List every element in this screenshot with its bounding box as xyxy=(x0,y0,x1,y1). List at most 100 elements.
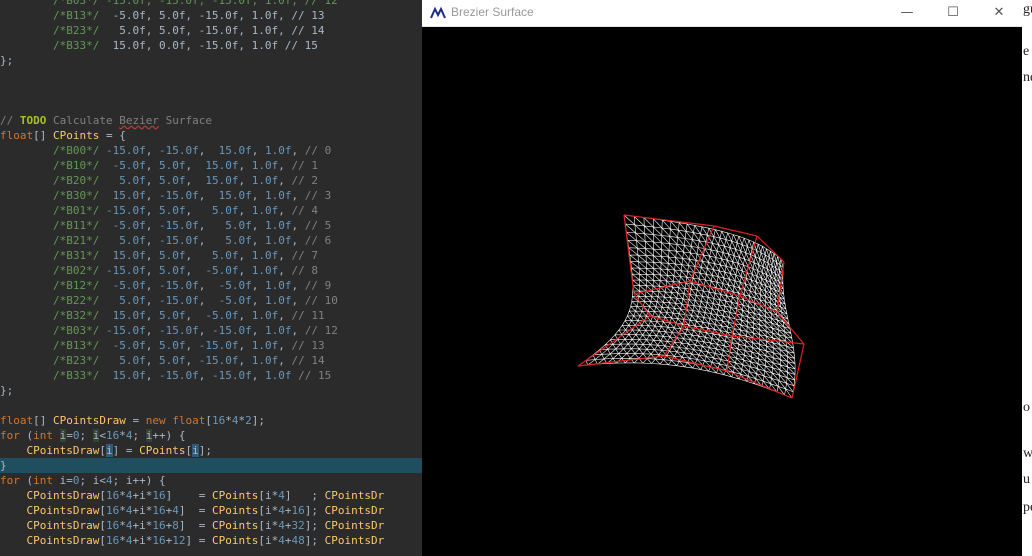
code-line[interactable]: /*B30*/ 15.0f, -15.0f, 15.0f, 1.0f, // 3 xyxy=(0,188,422,203)
render-window[interactable]: Brezier Surface — ☐ ✕ xyxy=(422,0,1022,556)
code-line[interactable]: }; xyxy=(0,383,422,398)
code-token: , xyxy=(185,204,212,217)
code-token: ; i< xyxy=(79,474,107,487)
code-token: -15.0f xyxy=(158,234,199,247)
code-token: i xyxy=(192,444,199,457)
code-token: 16 xyxy=(152,504,166,517)
close-button[interactable]: ✕ xyxy=(976,0,1022,24)
code-token: -5.0f xyxy=(218,279,252,292)
minimize-icon: — xyxy=(900,4,914,20)
code-line[interactable]: /*B23*/ 5.0f, 5.0f, -15.0f, 1.0f, // 14 xyxy=(0,23,422,38)
code-token: /*B03*/ -15.0f, -15.0f, -15.0f, 1.0f, //… xyxy=(0,0,338,7)
code-token: , xyxy=(185,354,199,367)
code-line[interactable]: float[] CPointsDraw = new float[16*4*2]; xyxy=(0,413,422,428)
code-line[interactable]: CPointsDraw[16*4+i*16+4] = CPoints[i*4+1… xyxy=(0,503,422,518)
code-token: 1.0f xyxy=(264,324,292,337)
code-token: ] = xyxy=(178,504,212,517)
code-token: CPointsDraw xyxy=(26,534,100,547)
code-token: , xyxy=(185,264,206,277)
code-token: 16 xyxy=(152,519,166,532)
code-token: , xyxy=(238,204,252,217)
code-line[interactable]: /*B11*/ -5.0f, -15.0f, 5.0f, 1.0f, // 5 xyxy=(0,218,422,233)
code-line[interactable] xyxy=(0,83,422,98)
code-token: -15.0f xyxy=(198,339,239,352)
code-token: -5.0f xyxy=(99,339,146,352)
code-token: ]; xyxy=(251,414,265,427)
code-line[interactable]: CPointsDraw[16*4+i*16+12] = CPoints[i*4+… xyxy=(0,533,422,548)
code-token: 1.0f xyxy=(251,174,279,187)
code-line[interactable]: /*B01*/ -15.0f, 5.0f, 5.0f, 1.0f, // 4 xyxy=(0,203,422,218)
code-token: 5.0f xyxy=(158,249,186,262)
code-token: , xyxy=(251,189,265,202)
code-token: ( xyxy=(19,474,34,487)
code-line[interactable]: /*B00*/ -15.0f, -15.0f, 15.0f, 1.0f, // … xyxy=(0,143,422,158)
code-token: ; xyxy=(132,429,146,442)
code-line[interactable]: for (int i=0; i<16*4; i++) { xyxy=(0,428,422,443)
code-token: -5.0f xyxy=(205,264,239,277)
doc-text-fragment: nd xyxy=(1023,70,1032,85)
code-token: 5.0f xyxy=(99,234,146,247)
code-line[interactable]: /*B33*/ 15.0f, 0.0f, -15.0f, 1.0f // 15 xyxy=(0,38,422,53)
code-token: /*B13*/ xyxy=(0,9,100,22)
code-line[interactable]: }; xyxy=(0,53,422,68)
code-line[interactable]: /*B33*/ 15.0f, -15.0f, -15.0f, 1.0f // 1… xyxy=(0,368,422,383)
code-token: , xyxy=(238,249,252,262)
code-line[interactable]: /*B03*/ -15.0f, -15.0f, -15.0f, 1.0f, //… xyxy=(0,0,422,8)
code-token: -15.0f xyxy=(99,204,146,217)
code-token: * xyxy=(119,519,126,532)
code-line[interactable]: /*B32*/ 15.0f, 5.0f, -5.0f, 1.0f, // 11 xyxy=(0,308,422,323)
code-line[interactable]: CPointsDraw[16*4+i*16+8] = CPoints[i*4+3… xyxy=(0,518,422,533)
code-token: /*B12*/ xyxy=(0,279,100,292)
code-token: int xyxy=(33,429,60,442)
code-line[interactable]: /*B03*/ -15.0f, -15.0f, -15.0f, 1.0f, //… xyxy=(0,323,422,338)
code-token: CPointsDr xyxy=(324,519,385,532)
window-titlebar[interactable]: Brezier Surface — ☐ ✕ xyxy=(422,0,1022,27)
code-line[interactable]: /*B13*/ -5.0f, 5.0f, -15.0f, 1.0f, // 13 xyxy=(0,8,422,23)
code-token: /*B31*/ xyxy=(0,249,100,262)
code-line[interactable]: /*B10*/ -5.0f, 5.0f, 15.0f, 1.0f, // 1 xyxy=(0,158,422,173)
code-line[interactable]: /*B31*/ 15.0f, 5.0f, 5.0f, 1.0f, // 7 xyxy=(0,248,422,263)
code-line[interactable]: CPointsDraw[16*4+i*16] = CPoints[i*4] ; … xyxy=(0,488,422,503)
code-line[interactable]: /*B22*/ 5.0f, -15.0f, -5.0f, 1.0f, // 10 xyxy=(0,293,422,308)
minimize-button[interactable]: — xyxy=(884,0,930,24)
code-token: 5.0f xyxy=(158,339,186,352)
code-token: } xyxy=(0,459,7,472)
code-editor[interactable]: /*B03*/ -15.0f, -15.0f, -15.0f, 1.0f, //… xyxy=(0,0,422,556)
code-token: 4 xyxy=(172,504,179,517)
code-line[interactable] xyxy=(0,68,422,83)
code-line[interactable] xyxy=(0,398,422,413)
code-line[interactable]: CPointsDraw[i] = CPoints[i]; xyxy=(0,443,422,458)
code-line[interactable] xyxy=(0,98,422,113)
code-line[interactable]: /*B23*/ 5.0f, 5.0f, -15.0f, 1.0f, // 14 xyxy=(0,353,422,368)
code-line[interactable]: } xyxy=(0,458,422,473)
code-line[interactable]: for (int i=0; i<4; i++) { xyxy=(0,473,422,488)
code-token: , xyxy=(278,249,292,262)
code-line[interactable]: /*B02*/ -15.0f, 5.0f, -5.0f, 1.0f, // 8 xyxy=(0,263,422,278)
doc-text-fragment: w xyxy=(1023,446,1032,461)
code-token: , xyxy=(251,279,265,292)
code-token: 5.0f, 5.0f, -15.0f, 1.0f, // 14 xyxy=(99,24,325,37)
code-token: ] = xyxy=(178,519,212,532)
maximize-icon: ☐ xyxy=(947,4,959,20)
code-token: CPoints xyxy=(211,534,259,547)
code-line[interactable]: float[] CPoints = { xyxy=(0,128,422,143)
code-token: * xyxy=(119,504,126,517)
code-line[interactable]: // TODO Calculate Bezier Surface xyxy=(0,113,422,128)
doc-text-fragment: o xyxy=(1023,400,1030,415)
code-token: -15.0f xyxy=(158,144,199,157)
code-token: /*B03*/ xyxy=(0,324,100,337)
code-token: [] xyxy=(33,129,53,142)
code-token: , xyxy=(291,234,305,247)
code-token: -5.0f xyxy=(205,309,239,322)
code-line[interactable]: /*B12*/ -5.0f, -15.0f, -5.0f, 1.0f, // 9 xyxy=(0,278,422,293)
code-token: ]; xyxy=(304,504,325,517)
code-token: 5.0f xyxy=(225,234,252,247)
code-line[interactable]: /*B20*/ 5.0f, 5.0f, 15.0f, 1.0f, // 2 xyxy=(0,173,422,188)
code-line[interactable]: /*B13*/ -5.0f, 5.0f, -15.0f, 1.0f, // 13 xyxy=(0,338,422,353)
code-token: 4 xyxy=(278,534,285,547)
code-line[interactable]: /*B21*/ 5.0f, -15.0f, 5.0f, 1.0f, // 6 xyxy=(0,233,422,248)
maximize-button[interactable]: ☐ xyxy=(930,0,976,24)
